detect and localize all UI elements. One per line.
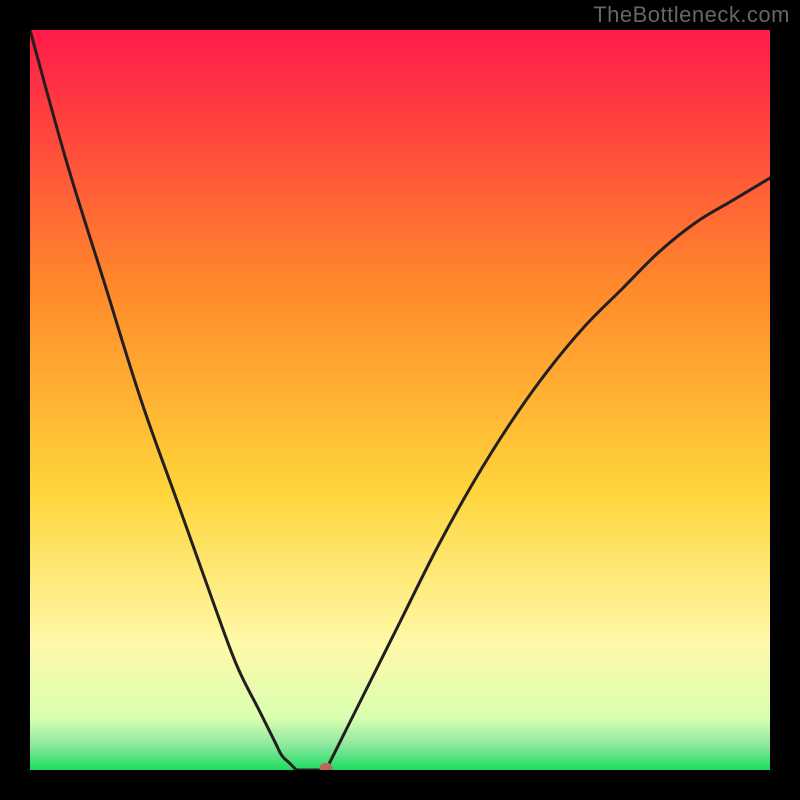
plot-area [30,30,770,770]
chart-frame: TheBottleneck.com [0,0,800,800]
bottleneck-curve [30,30,770,770]
watermark-text: TheBottleneck.com [593,2,790,28]
notch-marker [320,763,333,770]
